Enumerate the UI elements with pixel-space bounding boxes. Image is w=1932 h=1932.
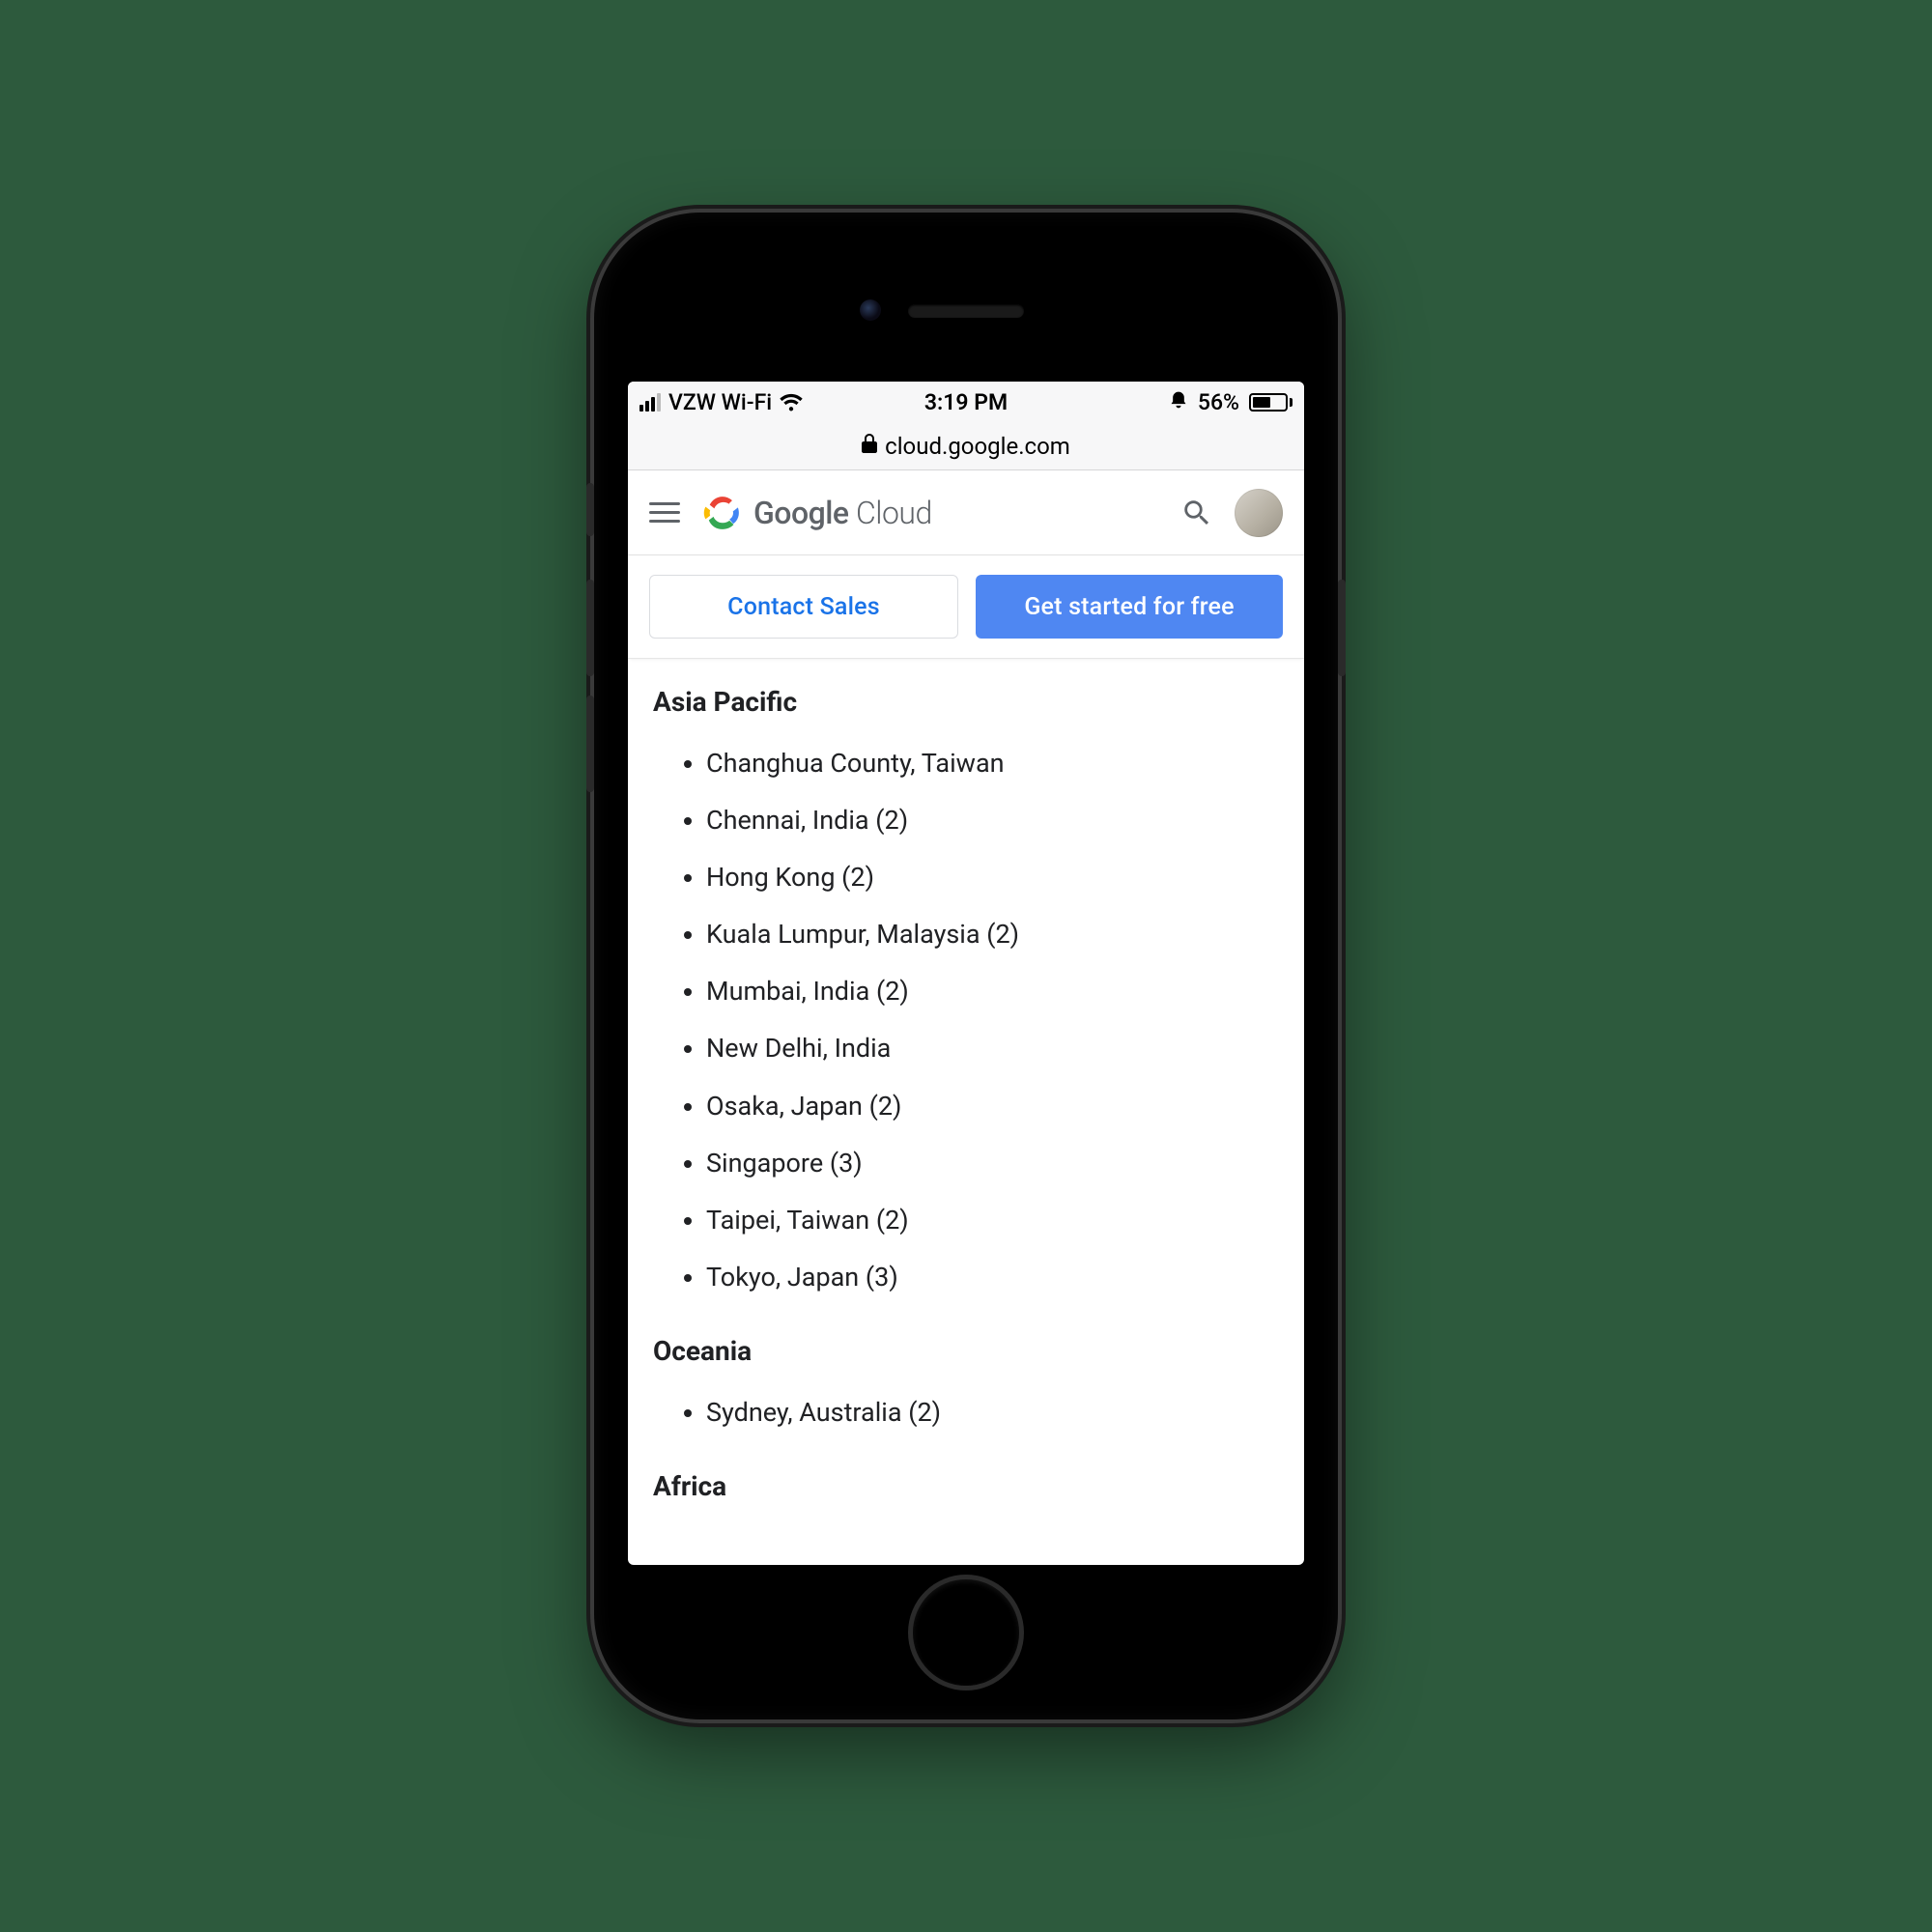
volume-up [586,580,594,676]
region-heading-oceania: Oceania [653,1335,1279,1367]
cellular-signal-icon [639,393,661,412]
get-started-button[interactable]: Get started for free [976,575,1283,639]
battery-percent: 56% [1198,389,1239,415]
list-item: Hong Kong (2) [706,849,1279,906]
volume-down [586,696,594,792]
menu-icon[interactable] [649,502,680,523]
brand-text-light: Cloud [856,495,932,531]
list-item: Mumbai, India (2) [706,963,1279,1020]
wifi-icon [780,393,803,412]
brand-text-bold: Google [753,495,849,531]
phone-speaker [908,304,1024,318]
phone-camera [860,299,881,321]
location-list-asia-pacific: Changhua County, Taiwan Chennai, India (… [653,735,1279,1306]
list-item: Changhua County, Taiwan [706,735,1279,792]
site-header: Google Cloud [628,470,1304,555]
list-item: Chennai, India (2) [706,792,1279,849]
screen: VZW Wi-Fi 3:19 PM 56% [628,382,1304,1565]
lock-icon [862,434,877,458]
browser-url-bar[interactable]: cloud.google.com [628,422,1304,470]
list-item: Osaka, Japan (2) [706,1078,1279,1135]
alarm-icon [1169,390,1188,414]
brand-logo[interactable]: Google Cloud [701,492,932,534]
ios-status-bar: VZW Wi-Fi 3:19 PM 56% [628,382,1304,422]
cta-bar: Contact Sales Get started for free [628,555,1304,659]
home-button[interactable] [913,1579,1019,1686]
carrier-label: VZW Wi-Fi [668,389,772,415]
list-item: Kuala Lumpur, Malaysia (2) [706,906,1279,963]
region-heading-asia-pacific: Asia Pacific [653,686,1279,718]
power-button [1338,580,1346,676]
search-icon[interactable] [1180,497,1213,529]
list-item: Singapore (3) [706,1135,1279,1192]
list-item: Sydney, Australia (2) [706,1384,1279,1441]
google-cloud-icon [701,492,744,534]
battery-icon [1249,393,1293,412]
clock: 3:19 PM [924,389,1008,415]
contact-sales-button[interactable]: Contact Sales [649,575,958,639]
list-item: Tokyo, Japan (3) [706,1249,1279,1306]
avatar[interactable] [1235,489,1283,537]
browser-domain: cloud.google.com [885,433,1070,460]
region-heading-africa: Africa [653,1470,1279,1502]
brand-text: Google Cloud [753,495,932,531]
phone-frame: VZW Wi-Fi 3:19 PM 56% [594,213,1338,1719]
page-content[interactable]: Asia Pacific Changhua County, Taiwan Che… [628,659,1304,1565]
list-item: New Delhi, India [706,1020,1279,1077]
list-item: Taipei, Taiwan (2) [706,1192,1279,1249]
mute-switch [586,483,594,536]
location-list-oceania: Sydney, Australia (2) [653,1384,1279,1441]
